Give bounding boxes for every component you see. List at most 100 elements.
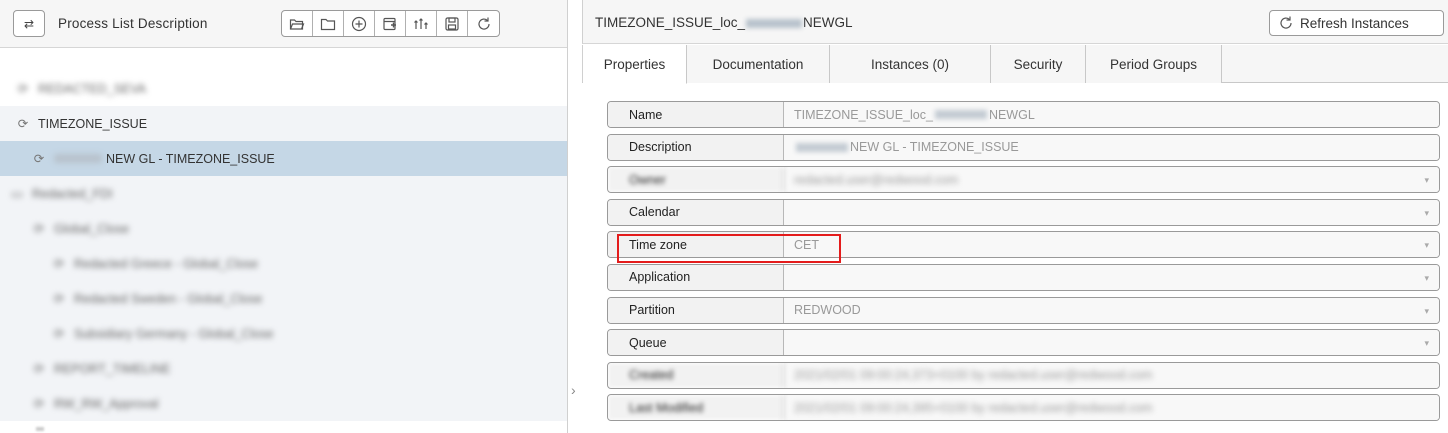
tree-item[interactable]: ▭ Redacted_FDI <box>0 176 567 211</box>
chain-icon: ⟳ <box>33 397 45 411</box>
name-value-suffix: NEWGL <box>988 107 1035 122</box>
property-label: Name <box>608 102 784 127</box>
chevron-down-icon[interactable]: ▾ <box>1424 208 1429 219</box>
property-label: Time zone <box>608 232 784 258</box>
chain-icon: ⟳ <box>53 257 65 271</box>
refresh-icon[interactable] <box>468 11 499 36</box>
sort-icon[interactable] <box>406 11 437 36</box>
folder-open-icon[interactable] <box>282 11 313 36</box>
chevron-down-icon[interactable]: ▾ <box>1424 338 1429 349</box>
property-time-zone[interactable]: Time zone CET ▾ <box>607 231 1440 259</box>
property-value[interactable]: redacted.user@redwood.com <box>784 167 1439 193</box>
property-created: Created 2021/02/01 09:00:24,373+0100 by … <box>607 361 1440 389</box>
chain-icon: ⟳ <box>33 362 45 376</box>
property-label: Owner <box>608 167 784 193</box>
property-label: Last Modified <box>608 395 784 421</box>
details-header: TIMEZONE_ISSUE_loc_ NEWGL Refresh Instanc… <box>582 0 1448 44</box>
add-circle-icon[interactable] <box>344 11 375 36</box>
details-tabs: Properties Documentation Instances (0) S… <box>582 45 1448 84</box>
property-value[interactable] <box>784 199 1439 225</box>
property-label: Created <box>608 362 784 388</box>
description-value-suffix: NEW GL - TIMEZONE_ISSUE <box>850 140 1019 155</box>
name-value-prefix: TIMEZONE_ISSUE_loc_ <box>794 107 933 122</box>
tree-item[interactable]: ⟳ Global_Close <box>0 211 567 246</box>
details-title: TIMEZONE_ISSUE_loc_ NEWGL <box>595 15 853 30</box>
last-modified-value: 2021/02/01 09:00:24,395+0100 by redacted… <box>794 400 1153 415</box>
tree-item[interactable]: ⟳ Redacted Greece - Global_Close <box>0 246 567 281</box>
property-label: Queue <box>608 330 784 356</box>
tab-documentation[interactable]: Documentation <box>687 45 830 83</box>
property-value[interactable]: CET <box>784 232 1439 258</box>
process-list-header: ⇄ Process List Description <box>0 0 567 48</box>
property-value[interactable] <box>784 264 1439 290</box>
refresh-instances-label: Refresh Instances <box>1300 15 1409 31</box>
tree-item-label: RW_RW_Approval <box>54 396 159 411</box>
tree-item[interactable]: ⟳ Subsidiary Germany - Global_Close <box>0 316 567 351</box>
refresh-instances-button[interactable]: Refresh Instances <box>1269 10 1444 36</box>
property-value[interactable]: TIMEZONE_ISSUE_loc_ NEWGL <box>784 102 1439 127</box>
chain-icon: ⟳ <box>17 117 29 131</box>
tab-period-groups[interactable]: Period Groups <box>1086 45 1222 83</box>
process-list-title: Process List Description <box>58 16 208 31</box>
chain-icon: ⟳ <box>53 327 65 341</box>
property-label: Partition <box>608 297 784 323</box>
masked-text <box>934 110 987 119</box>
tree-item-label: Subsidiary Germany - Global_Close <box>74 326 274 341</box>
masked-text <box>746 18 803 28</box>
folder-icon[interactable] <box>313 11 344 36</box>
save-icon[interactable] <box>437 11 468 36</box>
property-value: 2021/02/01 09:00:24,373+0100 by redacted… <box>784 362 1439 388</box>
property-owner[interactable]: Owner redacted.user@redwood.com ▾ <box>607 166 1440 194</box>
details-title-prefix: TIMEZONE_ISSUE_loc_ <box>595 15 746 30</box>
tree-item[interactable]: ⟳ REDACTED_SEVA <box>0 71 567 106</box>
property-label: Calendar <box>608 199 784 225</box>
property-partition[interactable]: Partition REDWOOD ▾ <box>607 296 1440 324</box>
chevron-down-icon[interactable]: ▾ <box>1424 240 1429 251</box>
chain-icon: ⟳ <box>53 292 65 306</box>
property-calendar[interactable]: Calendar ▾ <box>607 198 1440 226</box>
new-definition-icon[interactable] <box>375 11 406 36</box>
tree-item-label: TIMEZONE_ISSUE <box>38 116 148 131</box>
details-pane: TIMEZONE_ISSUE_loc_ NEWGL Refresh Instanc… <box>582 0 1448 433</box>
refresh-icon <box>1280 16 1292 29</box>
folder-icon: ▭ <box>11 187 23 201</box>
property-value[interactable]: NEW GL - TIMEZONE_ISSUE <box>784 134 1439 160</box>
tab-properties[interactable]: Properties <box>583 45 687 84</box>
chevron-down-icon[interactable]: ▾ <box>1424 306 1429 317</box>
tree-overflow-hint <box>36 427 44 431</box>
chevron-down-icon[interactable]: ▾ <box>1424 175 1429 186</box>
chain-icon: ⟳ <box>33 222 45 236</box>
property-queue[interactable]: Queue ▾ <box>607 329 1440 357</box>
swap-arrows-icon[interactable]: ⇄ <box>13 10 45 37</box>
tab-instances[interactable]: Instances (0) <box>830 45 991 83</box>
process-list-pane: ⇄ Process List Description ⟳ REDACTED_SE… <box>0 0 568 433</box>
tree-item-label: Redacted_FDI <box>32 186 113 201</box>
pane-splitter[interactable] <box>568 0 582 433</box>
tree-item-selected[interactable]: ⟳ NEW GL - TIMEZONE_ISSUE <box>0 141 567 176</box>
created-value: 2021/02/01 09:00:24,373+0100 by redacted… <box>794 368 1153 383</box>
tree-item-label: Global_Close <box>54 221 130 236</box>
tree-item[interactable]: ⟳ Redacted Sweden - Global_Close <box>0 281 567 316</box>
tree-item-label: REPORT_TIMELINE <box>54 361 171 376</box>
tree-item[interactable]: ⟳ REPORT_TIMELINE <box>0 351 567 386</box>
masked-text <box>796 142 848 152</box>
chevron-right-icon[interactable]: › <box>571 382 576 398</box>
property-last-modified: Last Modified 2021/02/01 09:00:24,395+01… <box>607 394 1440 422</box>
tree-item[interactable]: ⟳ RW_RW_Approval <box>0 386 567 421</box>
tree-item[interactable]: ⟳ TIMEZONE_ISSUE <box>0 106 567 141</box>
property-application[interactable]: Application ▾ <box>607 263 1440 291</box>
property-value[interactable] <box>784 330 1439 356</box>
masked-text <box>54 154 102 163</box>
tree-item-label: REDACTED_SEVA <box>38 81 147 96</box>
property-label: Application <box>608 264 784 290</box>
chain-icon: ⟳ <box>33 152 45 166</box>
tab-security[interactable]: Security <box>991 45 1086 83</box>
property-value[interactable]: REDWOOD <box>784 297 1439 323</box>
process-tree: ⟳ REDACTED_SEVA ⟳ TIMEZONE_ISSUE ⟳ NEW G… <box>0 50 567 421</box>
owner-value: redacted.user@redwood.com <box>794 172 959 187</box>
tree-item-label: Redacted Sweden - Global_Close <box>74 291 263 306</box>
properties-form: Name TIMEZONE_ISSUE_loc_ NEWGL Descriptio… <box>607 101 1440 427</box>
property-description[interactable]: Description NEW GL - TIMEZONE_ISSUE <box>607 133 1440 161</box>
chevron-down-icon[interactable]: ▾ <box>1424 273 1429 284</box>
property-name[interactable]: Name TIMEZONE_ISSUE_loc_ NEWGL <box>607 101 1440 128</box>
